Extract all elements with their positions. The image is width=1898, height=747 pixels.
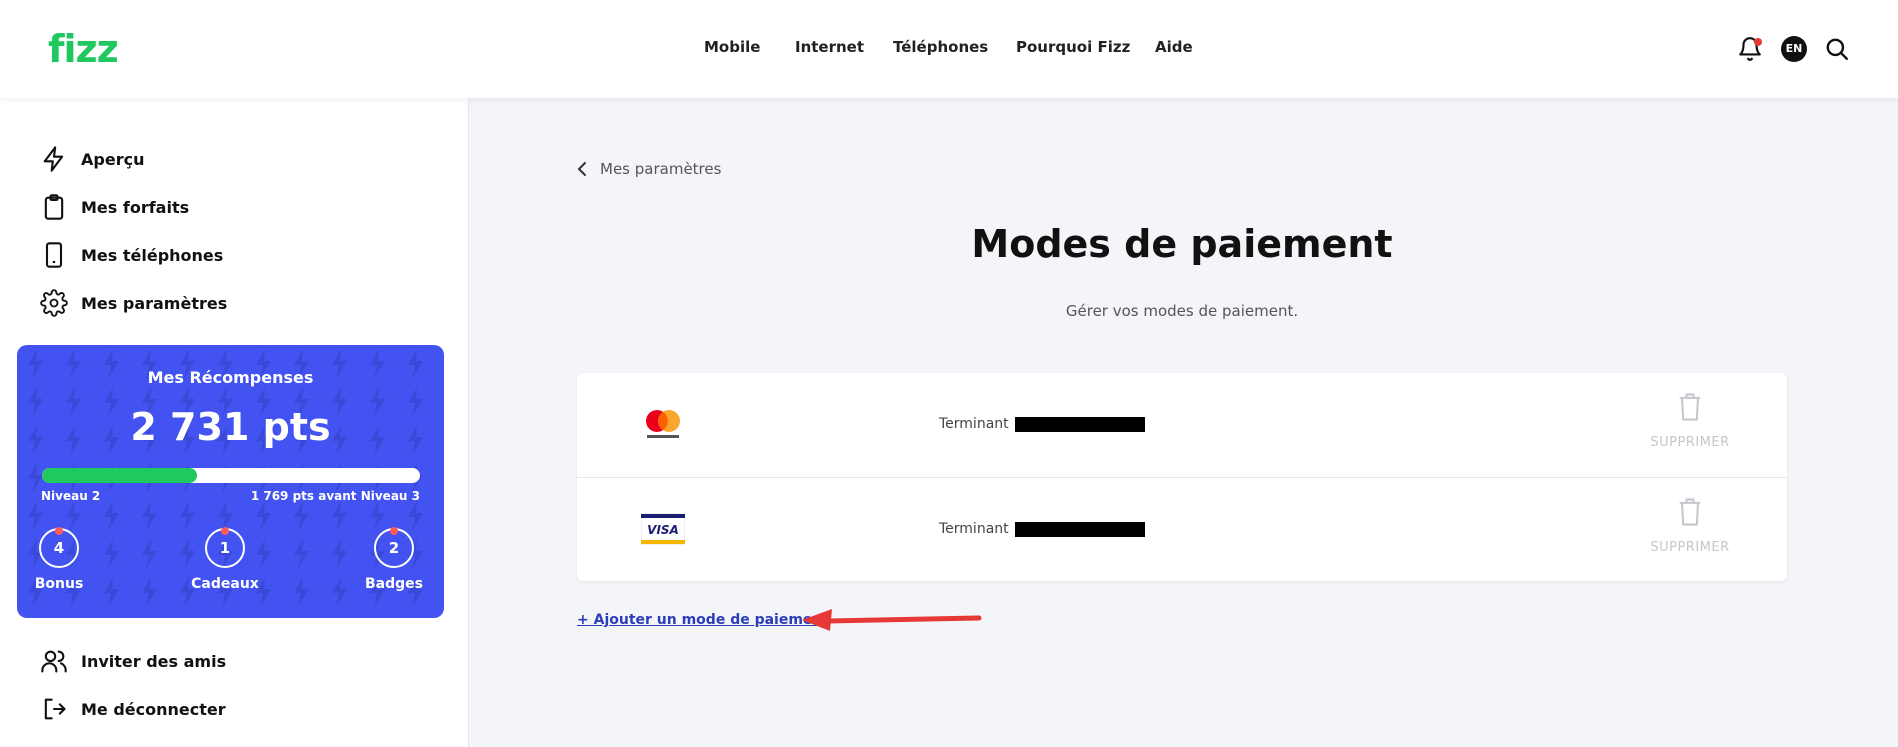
- sidebar-item-telephones[interactable]: Mes téléphones: [40, 240, 223, 270]
- top-header: fizz Mobile Internet Téléphones Pourquoi…: [0, 0, 1898, 98]
- current-level: Niveau 2: [41, 489, 101, 503]
- delete-button[interactable]: SUPPRIMER: [1640, 496, 1740, 555]
- bolt-icon: [43, 146, 64, 172]
- trash-icon: [1679, 393, 1701, 421]
- level-progress-bar: [42, 468, 420, 483]
- bonus-label: Bonus: [34, 576, 84, 592]
- cadeaux-count: 1: [219, 539, 231, 557]
- sidebar-item-label: Mes téléphones: [81, 245, 224, 265]
- clipboard-icon: [44, 194, 64, 220]
- page-title: Modes de paiement: [971, 222, 1393, 266]
- rewards-bonus[interactable]: 4 Bonus: [17, 527, 104, 592]
- sidebar-item-apercu[interactable]: Aperçu: [40, 144, 144, 174]
- bonus-count: 4: [53, 539, 65, 557]
- trash-icon: [1679, 498, 1701, 526]
- badge-dot: [55, 527, 63, 535]
- users-icon: [41, 650, 67, 673]
- rewards-badges[interactable]: 2 Badges: [349, 527, 439, 592]
- redacted-number: [1014, 521, 1145, 537]
- sidebar-item-label: Aperçu: [81, 149, 145, 169]
- nav-mobile[interactable]: Mobile: [704, 38, 760, 56]
- nav-aide[interactable]: Aide: [1155, 38, 1193, 56]
- logout-icon: [44, 698, 66, 720]
- rewards-cadeaux[interactable]: 1 Cadeaux: [180, 527, 270, 592]
- delete-label: SUPPRIMER: [1650, 540, 1730, 555]
- sidebar-item-label: Me déconnecter: [81, 699, 226, 719]
- mastercard-icon: [646, 410, 680, 438]
- badge-dot: [221, 527, 229, 535]
- sidebar-item-label: Inviter des amis: [81, 651, 227, 671]
- page-subtitle: Gérer vos modes de paiement.: [1065, 302, 1299, 320]
- payment-methods-card: Terminant SUPPRIMER VISA Terminant SUPPR…: [577, 373, 1787, 581]
- back-link[interactable]: Mes paramètres: [576, 160, 721, 178]
- sidebar-item-forfaits[interactable]: Mes forfaits: [40, 192, 189, 222]
- redacted-number: [1014, 416, 1145, 432]
- badges-label: Badges: [365, 576, 423, 592]
- annotation-arrow-icon: [802, 609, 982, 631]
- cadeaux-label: Cadeaux: [191, 576, 259, 592]
- rewards-title: Mes Récompenses: [147, 368, 314, 387]
- sidebar-item-inviter[interactable]: Inviter des amis: [40, 646, 226, 676]
- back-link-label: Mes paramètres: [600, 160, 722, 178]
- ending-label: Terminant: [939, 416, 1009, 432]
- sidebar: Aperçu Mes forfaits Mes téléphones Mes p…: [0, 98, 469, 747]
- phone-icon: [45, 242, 63, 268]
- nav-pourquoi-fizz[interactable]: Pourquoi Fizz: [1016, 38, 1130, 56]
- sidebar-item-parametres[interactable]: Mes paramètres: [40, 288, 227, 318]
- badges-count: 2: [388, 539, 400, 557]
- payment-method-row: Terminant SUPPRIMER: [577, 373, 1787, 476]
- fizz-logo[interactable]: fizz: [48, 27, 119, 71]
- notification-dot: [1754, 38, 1762, 46]
- badge-dot: [390, 527, 398, 535]
- add-payment-method-link[interactable]: + Ajouter un mode de paiement: [577, 612, 829, 628]
- nav-telephones[interactable]: Téléphones: [893, 38, 988, 56]
- rewards-card[interactable]: Mes Récompenses 2 731 pts Niveau 2 1 769…: [17, 345, 444, 618]
- visa-icon: VISA: [641, 513, 685, 545]
- delete-label: SUPPRIMER: [1650, 435, 1730, 450]
- svg-text:VISA: VISA: [647, 523, 679, 537]
- sidebar-item-label: Mes paramètres: [81, 293, 228, 313]
- language-toggle[interactable]: EN: [1781, 36, 1807, 62]
- gear-icon: [40, 289, 68, 317]
- search-icon[interactable]: [1824, 36, 1850, 62]
- next-level-info: 1 769 pts avant Niveau 3: [250, 489, 420, 503]
- sidebar-item-deconnecter[interactable]: Me déconnecter: [40, 694, 226, 724]
- rewards-points: 2 731 pts: [130, 405, 331, 449]
- delete-button[interactable]: SUPPRIMER: [1640, 391, 1740, 450]
- level-progress-fill: [42, 468, 197, 483]
- nav-internet[interactable]: Internet: [795, 38, 864, 56]
- chevron-left-icon: [577, 162, 586, 176]
- payment-method-row: VISA Terminant SUPPRIMER: [577, 477, 1787, 581]
- sidebar-item-label: Mes forfaits: [81, 197, 190, 217]
- card-ending: Terminant: [939, 521, 1145, 537]
- card-ending: Terminant: [939, 416, 1145, 432]
- ending-label: Terminant: [939, 521, 1009, 537]
